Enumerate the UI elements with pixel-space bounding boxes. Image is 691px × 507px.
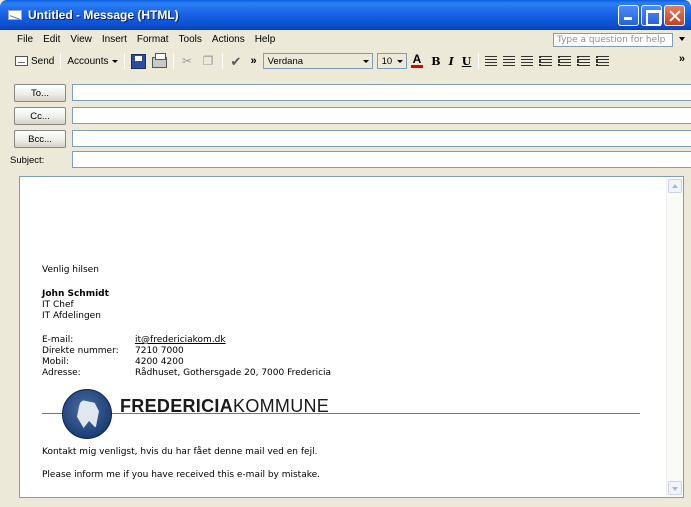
chevron-down-icon bbox=[362, 60, 369, 63]
cut-icon[interactable]: ✂ bbox=[180, 54, 195, 69]
align-left-icon[interactable] bbox=[485, 56, 498, 66]
contact-label: Mobil: bbox=[42, 357, 70, 367]
disclaimer-danish: Kontakt mig venligst, hvis du har fået d… bbox=[42, 447, 318, 457]
email-link[interactable]: it@fredericiakom.dk bbox=[135, 335, 226, 346]
font-color-icon[interactable]: A bbox=[410, 53, 424, 68]
contact-row: Direkte nummer: 7210 7000 bbox=[42, 346, 331, 357]
sender-role: IT Chef bbox=[42, 300, 74, 310]
contact-row: E-mail: it@fredericiakom.dk bbox=[42, 335, 331, 346]
contact-label: E-mail: bbox=[42, 335, 74, 345]
brand-wordmark: FREDERICIAKOMMUNE bbox=[120, 396, 329, 417]
align-center-icon[interactable] bbox=[503, 56, 516, 66]
greeting: Venlig hilsen bbox=[42, 265, 99, 275]
sender-name: John Schmidt bbox=[42, 289, 109, 299]
toolbar-separator bbox=[221, 53, 223, 69]
menu-actions[interactable]: Actions bbox=[207, 34, 250, 45]
window-title: Untitled - Message (HTML) bbox=[28, 8, 179, 22]
brand-name-bold: FREDERICIA bbox=[120, 396, 234, 416]
send-icon bbox=[15, 56, 28, 66]
bullet-list-icon[interactable] bbox=[558, 56, 572, 66]
toolbar-separator bbox=[478, 53, 480, 69]
toolbar-separator bbox=[60, 53, 62, 69]
chevron-down-icon[interactable] bbox=[679, 37, 685, 41]
italic-button[interactable]: I bbox=[449, 55, 454, 68]
toolbar-separator bbox=[123, 53, 125, 69]
font-size-value: 10 bbox=[381, 55, 393, 67]
message-body[interactable]: Venlig hilsen John Schmidt IT Chef IT Af… bbox=[19, 176, 684, 498]
sender-department: IT Afdelingen bbox=[42, 311, 101, 321]
toolbar-overflow-icon[interactable]: » bbox=[251, 55, 257, 67]
scroll-up-button[interactable] bbox=[668, 179, 682, 193]
mobile-phone: 4200 4200 bbox=[135, 357, 184, 367]
save-icon[interactable] bbox=[130, 53, 146, 69]
scroll-down-button[interactable] bbox=[668, 481, 682, 495]
chevron-down-icon bbox=[111, 59, 118, 63]
window-controls bbox=[618, 5, 685, 26]
to-field[interactable] bbox=[72, 84, 691, 101]
cc-field[interactable] bbox=[72, 107, 691, 124]
toolbar-overflow-icon[interactable]: » bbox=[679, 53, 685, 65]
underline-button[interactable]: U bbox=[462, 55, 472, 68]
numbered-list-icon[interactable] bbox=[539, 56, 553, 66]
close-button[interactable] bbox=[664, 5, 685, 26]
font-name-value: Verdana bbox=[267, 55, 304, 67]
contact-label: Direkte nummer: bbox=[42, 346, 119, 356]
direct-phone: 7210 7000 bbox=[135, 346, 184, 356]
accounts-button[interactable]: Accounts bbox=[64, 51, 120, 71]
maximize-button[interactable] bbox=[641, 5, 662, 26]
menu-edit[interactable]: Edit bbox=[38, 34, 65, 45]
menu-bar: File Edit View Insert Format Tools Actio… bbox=[4, 30, 687, 49]
to-button[interactable]: To... bbox=[14, 84, 66, 102]
menu-format[interactable]: Format bbox=[132, 34, 174, 45]
bcc-field[interactable] bbox=[72, 130, 691, 147]
bcc-button[interactable]: Bcc... bbox=[14, 130, 66, 148]
send-label: Send bbox=[31, 55, 55, 67]
check-names-icon[interactable]: ✔ bbox=[229, 54, 244, 69]
help-search-input[interactable]: Type a question for help bbox=[553, 33, 673, 47]
menu-tools[interactable]: Tools bbox=[174, 34, 207, 45]
disclaimer-english: Please inform me if you have received th… bbox=[42, 470, 321, 480]
decrease-indent-icon[interactable] bbox=[577, 56, 591, 66]
bcc-row: Bcc... bbox=[14, 129, 691, 149]
print-icon[interactable] bbox=[151, 53, 167, 68]
to-row: To... bbox=[14, 83, 691, 103]
accounts-label: Accounts bbox=[67, 55, 109, 67]
municipality-crest-icon bbox=[62, 389, 112, 439]
subject-row: Subject: bbox=[10, 150, 691, 170]
font-size-select[interactable]: 10 bbox=[376, 53, 407, 69]
contact-row: Mobil: 4200 4200 bbox=[42, 357, 331, 368]
subject-field[interactable] bbox=[72, 151, 691, 168]
formatting-toolbar: Send Accounts ✂ ❐ ✔ » Verdana 10 A B I U… bbox=[4, 49, 687, 73]
contact-row: Adresse: Rådhuset, Gothersgade 20, 7000 … bbox=[42, 368, 331, 379]
menu-file[interactable]: File bbox=[12, 34, 38, 45]
contact-label: Adresse: bbox=[42, 368, 81, 378]
address: Rådhuset, Gothersgade 20, 7000 Frederici… bbox=[135, 368, 332, 378]
align-right-icon[interactable] bbox=[521, 56, 534, 66]
increase-indent-icon[interactable] bbox=[596, 56, 610, 66]
cc-button[interactable]: Cc... bbox=[14, 107, 66, 125]
bold-button[interactable]: B bbox=[431, 55, 440, 68]
font-name-select[interactable]: Verdana bbox=[262, 53, 373, 69]
menu-view[interactable]: View bbox=[65, 34, 97, 45]
brand-name-light: KOMMUNE bbox=[233, 396, 330, 416]
signature-block: John Schmidt IT Chef IT Afdelingen bbox=[42, 289, 109, 322]
subject-label: Subject: bbox=[10, 154, 45, 166]
toolbar-separator bbox=[172, 53, 174, 69]
contact-list: E-mail: it@fredericiakom.dk Direkte numm… bbox=[42, 335, 331, 379]
menu-help[interactable]: Help bbox=[250, 34, 281, 45]
copy-icon[interactable]: ❐ bbox=[201, 54, 216, 69]
chevron-down-icon bbox=[396, 60, 403, 63]
send-button[interactable]: Send bbox=[12, 51, 57, 71]
envelope-icon bbox=[8, 10, 22, 20]
menu-insert[interactable]: Insert bbox=[97, 34, 132, 45]
vertical-scrollbar[interactable] bbox=[666, 177, 683, 497]
cc-row: Cc... bbox=[14, 106, 691, 126]
minimize-button[interactable] bbox=[618, 5, 639, 26]
title-bar[interactable]: Untitled - Message (HTML) bbox=[0, 0, 691, 30]
